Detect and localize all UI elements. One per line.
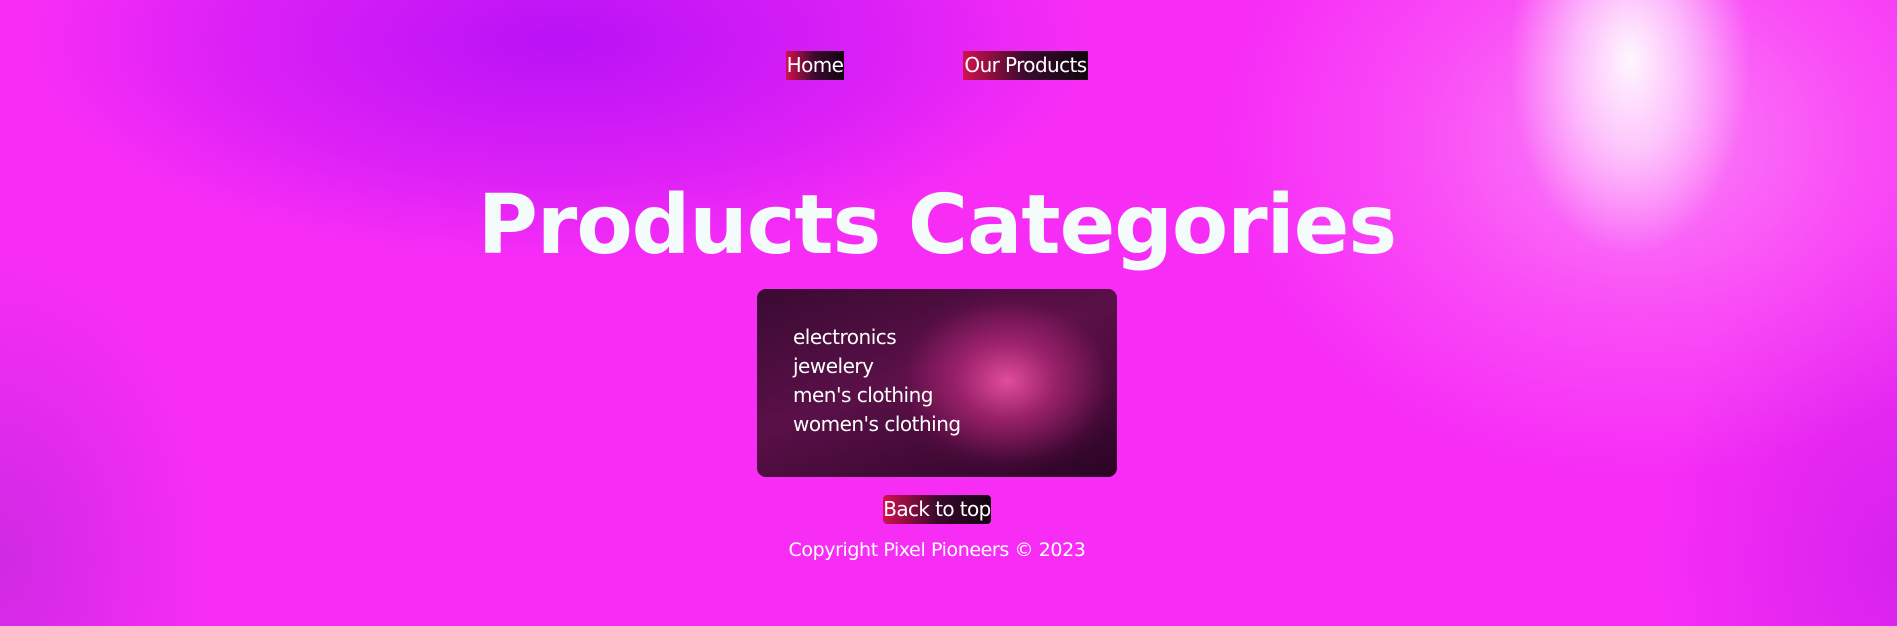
nav-link-our-products[interactable]: Our Products: [963, 51, 1088, 80]
category-list: electronics jewelery men's clothing wome…: [793, 323, 1117, 439]
categories-card: electronics jewelery men's clothing wome…: [757, 289, 1117, 477]
nav-link-home[interactable]: Home: [786, 51, 844, 80]
copyright-text: Copyright Pixel Pioneers © 2023: [788, 539, 1086, 561]
category-item-jewelery[interactable]: jewelery: [793, 352, 1117, 381]
category-item-womens-clothing[interactable]: women's clothing: [793, 410, 1117, 439]
category-item-electronics[interactable]: electronics: [793, 323, 1117, 352]
top-nav: Home Our Products: [0, 51, 1897, 80]
category-item-mens-clothing[interactable]: men's clothing: [793, 381, 1117, 410]
page-title: Products Categories: [477, 178, 1397, 273]
back-to-top-button[interactable]: Back to top: [883, 495, 991, 524]
